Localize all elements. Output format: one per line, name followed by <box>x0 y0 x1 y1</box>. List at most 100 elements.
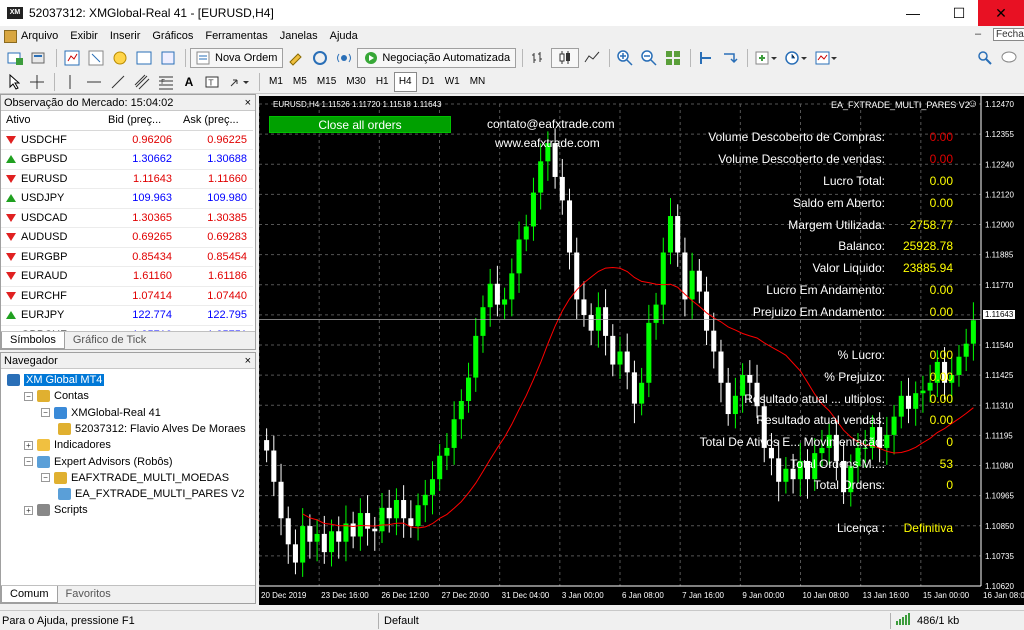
signals-button[interactable] <box>309 48 331 68</box>
market-watch-row[interactable]: USDCAD 1.30365 1.30385 <box>1 208 253 228</box>
symbol-cell[interactable]: USDJPY <box>1 188 103 209</box>
chart-shift-button[interactable] <box>695 48 717 68</box>
market-watch-row[interactable]: USDCHF 0.96206 0.96225 <box>1 130 253 150</box>
zoom-out-icon[interactable] <box>638 48 660 68</box>
timeframe-mn[interactable]: MN <box>465 72 491 92</box>
market-watch-row[interactable]: EURCHF 1.07414 1.07440 <box>1 286 253 306</box>
periods-dropdown-button[interactable] <box>782 48 810 68</box>
expand-toggle-icon[interactable]: + <box>24 440 33 450</box>
market-watch-row[interactable]: EURJPY 122.774 122.795 <box>1 305 253 326</box>
timeframe-m15[interactable]: M15 <box>312 72 341 92</box>
close-window-button[interactable]: ✕ <box>978 0 1024 26</box>
tab-favorites[interactable]: Favoritos <box>58 586 119 603</box>
timeframe-d1[interactable]: D1 <box>417 72 440 92</box>
navigator-item[interactable]: + Scripts <box>24 502 88 518</box>
text-tool-button[interactable]: A <box>179 72 199 92</box>
market-watch-button[interactable] <box>61 48 83 68</box>
expand-toggle-icon[interactable]: − <box>24 457 33 466</box>
expand-toggle-icon[interactable]: + <box>24 505 33 515</box>
price-chart[interactable]: 1.12470 1.12355 1.12240 1.12120 1.12000 1.118… <box>259 96 1024 605</box>
bar-chart-button[interactable] <box>527 48 549 68</box>
symbol-cell[interactable]: AUDUSD <box>1 227 103 248</box>
zoom-in-icon[interactable] <box>614 48 636 68</box>
menu-arquivo[interactable]: Arquivo <box>0 26 66 46</box>
child-close-tooltip[interactable]: Fecha <box>993 28 1024 41</box>
crosshair-tool-button[interactable] <box>26 72 48 92</box>
broadcast-button[interactable] <box>333 48 355 68</box>
tab-symbols[interactable]: Símbolos <box>1 332 65 349</box>
indicators-dropdown-button[interactable] <box>752 48 780 68</box>
symbol-cell[interactable]: EURJPY <box>1 305 103 326</box>
cursor-tool-button[interactable] <box>4 72 24 92</box>
navigator-item[interactable]: − Contas <box>24 388 89 404</box>
close-all-orders-button[interactable]: Close all orders <box>269 116 451 133</box>
navigator-item[interactable]: − XMGlobal-Real 41 <box>41 405 161 421</box>
symbol-cell[interactable]: USDCHF <box>1 130 103 150</box>
symbol-cell[interactable]: EURGBP <box>1 247 103 267</box>
expand-toggle-icon[interactable]: − <box>41 473 50 483</box>
timeframe-m1[interactable]: M1 <box>264 72 288 92</box>
line-chart-button[interactable] <box>581 48 603 68</box>
symbol-cell[interactable]: USDCAD <box>1 208 103 228</box>
navigator-close-button[interactable]: × <box>245 353 251 369</box>
timeframe-m30[interactable]: M30 <box>341 72 370 92</box>
tab-common[interactable]: Comum <box>1 586 58 603</box>
vertical-line-tool-button[interactable] <box>59 72 81 92</box>
navigator-item[interactable]: XM Global MT4 <box>7 372 105 388</box>
fibonacci-tool-button[interactable]: F <box>155 72 177 92</box>
timeframe-h4[interactable]: H4 <box>393 71 417 92</box>
market-watch-row[interactable]: EURUSD 1.11643 1.11660 <box>1 169 253 189</box>
navigator-item[interactable]: EA_FXTRADE_MULTI_PARES V2 <box>58 486 245 502</box>
expand-toggle-icon[interactable]: − <box>41 408 50 418</box>
market-watch-row[interactable]: EURAUD 1.61160 1.61186 <box>1 266 253 287</box>
tab-tick-chart[interactable]: Gráfico de Tick <box>65 332 154 349</box>
new-chart-button[interactable] <box>4 48 26 68</box>
column-header-symbol[interactable]: Ativo <box>1 111 103 131</box>
new-order-button[interactable]: Nova Ordem <box>190 48 284 68</box>
market-watch-row[interactable]: EURGBP 0.85434 0.85454 <box>1 247 253 267</box>
candlestick-chart-button[interactable] <box>551 48 580 68</box>
column-header-ask[interactable]: Ask (preç... <box>178 111 253 131</box>
text-label-tool-button[interactable]: T <box>201 72 223 92</box>
navigator-item[interactable]: + Indicadores <box>24 437 111 453</box>
minimize-button[interactable]: — <box>890 0 936 26</box>
market-watch-close-button[interactable]: × <box>245 95 251 111</box>
chat-icon[interactable] <box>998 48 1020 68</box>
profiles-button[interactable] <box>28 48 50 68</box>
tile-windows-button[interactable] <box>662 48 684 68</box>
child-minimize-button[interactable]: – <box>975 28 981 40</box>
market-watch-row[interactable]: USDJPY 109.963 109.980 <box>1 188 253 209</box>
symbol-cell[interactable]: EURUSD <box>1 169 103 189</box>
symbol-cell[interactable]: EURAUD <box>1 266 103 287</box>
timeframe-m5[interactable]: M5 <box>288 72 312 92</box>
market-watch-row[interactable]: GBPUSD 1.30662 1.30688 <box>1 149 253 170</box>
symbol-cell[interactable]: EURCHF <box>1 286 103 306</box>
search-icon[interactable] <box>975 48 995 68</box>
auto-trading-button[interactable]: Negociação Automatizada <box>357 48 517 68</box>
menu-janelas[interactable]: Janelas <box>276 26 326 46</box>
navigator-item[interactable]: − EAFXTRADE_MULTI_MOEDAS <box>41 470 229 486</box>
arrows-dropdown-button[interactable] <box>225 72 253 92</box>
metaeditor-button[interactable] <box>285 48 307 68</box>
menu-exibir[interactable]: Exibir <box>66 26 106 46</box>
trendline-tool-button[interactable] <box>107 72 129 92</box>
navigator-button[interactable] <box>109 48 131 68</box>
symbol-cell[interactable]: GBPUSD <box>1 149 103 170</box>
menu-ferramentas[interactable]: Ferramentas <box>201 26 275 46</box>
tester-button[interactable] <box>157 48 179 68</box>
channel-tool-button[interactable] <box>131 72 153 92</box>
menu-ajuda[interactable]: Ajuda <box>326 26 366 46</box>
timeframe-w1[interactable]: W1 <box>440 72 465 92</box>
menu-inserir[interactable]: Inserir <box>106 26 149 46</box>
column-header-bid[interactable]: Bid (preç... <box>103 111 178 131</box>
menu-graficos[interactable]: Gráficos <box>148 26 201 46</box>
terminal-button[interactable] <box>133 48 155 68</box>
data-window-button[interactable] <box>85 48 107 68</box>
expand-toggle-icon[interactable]: − <box>24 391 33 401</box>
horizontal-line-tool-button[interactable] <box>83 72 105 92</box>
timeframe-h1[interactable]: H1 <box>371 72 394 92</box>
navigator-item[interactable]: − Expert Advisors (Robôs) <box>24 454 173 470</box>
navigator-item[interactable]: 52037312: Flavio Alves De Moraes <box>58 421 246 437</box>
maximize-button[interactable]: ☐ <box>936 0 982 26</box>
templates-dropdown-button[interactable] <box>812 48 840 68</box>
